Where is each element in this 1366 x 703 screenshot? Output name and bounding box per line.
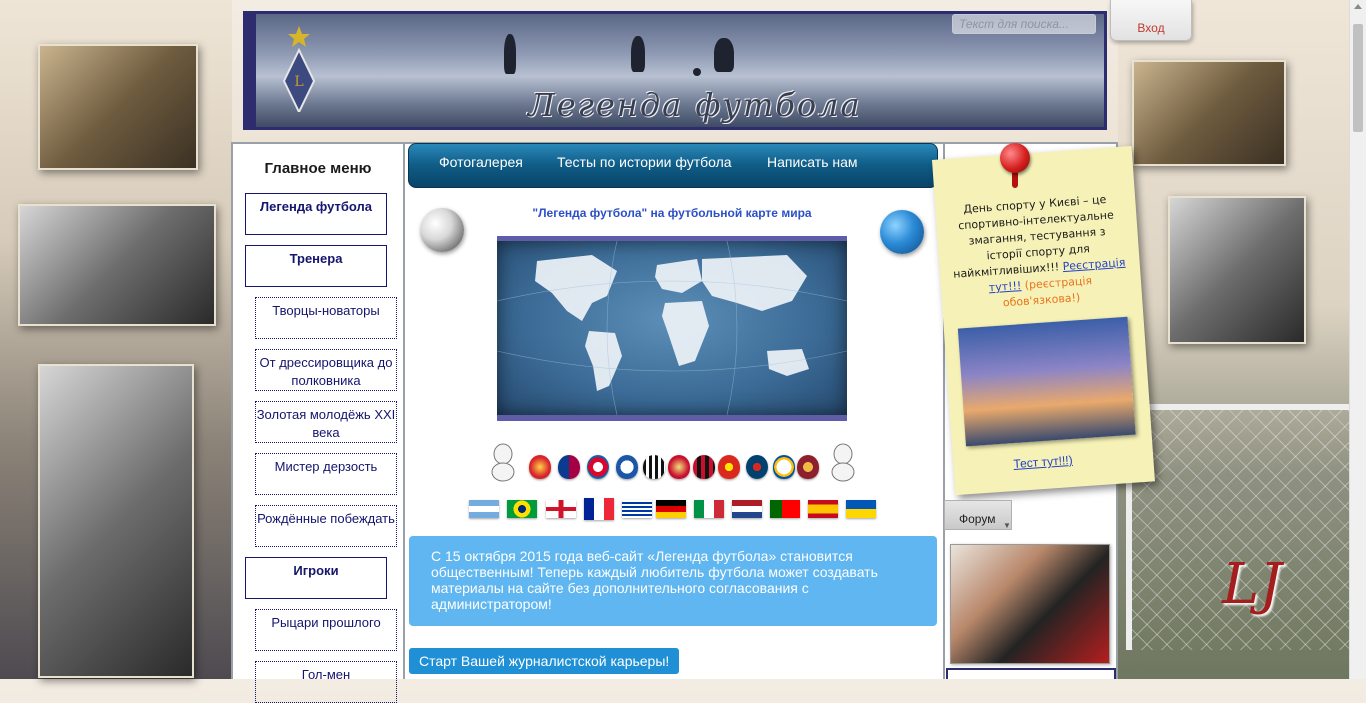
- world-map-icon: [496, 240, 848, 416]
- scroll-up-icon[interactable]: [1354, 4, 1362, 9]
- sidebar-item-knights-past[interactable]: Рыцари прошлого: [255, 609, 397, 651]
- world-map[interactable]: [496, 236, 848, 421]
- liverpool-badge-icon[interactable]: [668, 455, 690, 479]
- search-input[interactable]: [952, 14, 1096, 34]
- player-photo[interactable]: [950, 544, 1110, 664]
- flag-spain-icon[interactable]: [808, 500, 838, 518]
- sidebar-item-golden-youth[interactable]: Золотая молодёжь XXI века: [255, 401, 397, 443]
- page-scrollbar[interactable]: [1349, 0, 1366, 679]
- barcelona-badge-icon[interactable]: [558, 455, 580, 479]
- sidebar-item-goal-men[interactable]: Гол-мен: [255, 661, 397, 703]
- sidebar-item-legend[interactable]: Легенда футбола: [245, 193, 387, 235]
- right-widget-box: [946, 668, 1116, 679]
- forum-label: Форум: [959, 512, 996, 526]
- nav-photo-gallery[interactable]: Фотогалерея: [439, 154, 523, 170]
- flag-netherlands-icon[interactable]: [732, 500, 762, 518]
- nav-write-us[interactable]: Написать нам: [767, 154, 858, 170]
- psg-badge-icon[interactable]: [746, 455, 768, 479]
- sidebar-item-coaches[interactable]: Тренера: [245, 245, 387, 287]
- milan-badge-icon[interactable]: [693, 455, 715, 479]
- sidebar-item-trainer-colonel[interactable]: От дрессировщика до полковника: [255, 349, 397, 391]
- flag-italy-icon[interactable]: [694, 500, 724, 518]
- football-icon: [420, 208, 464, 252]
- kyiv-photo: [957, 316, 1136, 447]
- sidebar-item-mister-audacity[interactable]: Мистер дерзость: [255, 453, 397, 495]
- flag-france-icon[interactable]: [584, 498, 614, 520]
- flag-germany-icon[interactable]: [656, 500, 686, 518]
- arsenal-badge-icon[interactable]: [529, 455, 551, 479]
- stadium-match-photo: [18, 204, 216, 326]
- lj-logo-icon: LJ: [1222, 552, 1282, 617]
- player-kick-photo: [1168, 196, 1306, 344]
- flag-uruguay-icon[interactable]: [622, 500, 652, 518]
- sticky-note: День спорту у Києві – це спортивно-інтел…: [932, 146, 1155, 496]
- man-united-badge-icon[interactable]: [718, 455, 740, 479]
- mascot-left-icon: [491, 443, 515, 482]
- scroll-thumb[interactable]: [1353, 24, 1363, 132]
- login-button[interactable]: Вход: [1110, 0, 1192, 41]
- juventus-badge-icon[interactable]: [643, 455, 665, 479]
- sidebar-item-innovators[interactable]: Творцы-новаторы: [255, 297, 397, 339]
- chevron-down-icon: ▼: [1003, 521, 1011, 530]
- globe-icon: [880, 210, 924, 254]
- sidebar-title: Главное меню: [264, 160, 372, 177]
- club-emblem-icon: L: [282, 26, 316, 112]
- flag-brazil-icon[interactable]: [507, 500, 537, 518]
- dynamo-badge-icon[interactable]: [616, 455, 638, 479]
- flag-ukraine-icon[interactable]: [846, 500, 876, 518]
- journalist-career-button[interactable]: Старт Вашей журналистской карьеры!: [409, 648, 680, 674]
- login-label: Вход: [1137, 21, 1165, 35]
- cup-celebration-photo: [1132, 60, 1286, 166]
- banner-title: Легенда футбола: [528, 86, 862, 124]
- flag-argentina-icon[interactable]: [469, 500, 499, 518]
- bayern-badge-icon[interactable]: [587, 455, 609, 479]
- sidebar-item-players[interactable]: Игроки: [245, 557, 387, 599]
- forum-button[interactable]: Форум ▼: [944, 500, 1012, 530]
- flag-portugal-icon[interactable]: [770, 500, 800, 518]
- trophy-player-photo: [38, 364, 194, 678]
- mascot-right-icon: [831, 443, 855, 482]
- public-site-notice: С 15 октября 2015 года веб-сайт «Легенда…: [409, 536, 937, 626]
- flag-england-icon[interactable]: [546, 500, 576, 518]
- test-link[interactable]: Тест тут!!!): [1013, 453, 1073, 471]
- map-title: "Легенда футбола" на футбольной карте ми…: [532, 206, 812, 220]
- top-nav: Фотогалерея Тесты по истории футбола Нап…: [408, 143, 938, 188]
- real-madrid-badge-icon[interactable]: [773, 455, 795, 479]
- nav-history-tests[interactable]: Тесты по истории футбола: [557, 154, 732, 170]
- sidebar-item-born-to-win[interactable]: Рождённые побеждать: [255, 505, 397, 547]
- sidebar: Главное меню Легенда футбола Тренера Тво…: [233, 144, 405, 703]
- roma-badge-icon[interactable]: [797, 455, 819, 479]
- svg-text:L: L: [294, 74, 303, 90]
- pushpin-icon: [1000, 143, 1030, 173]
- vintage-team-photo: [38, 44, 198, 170]
